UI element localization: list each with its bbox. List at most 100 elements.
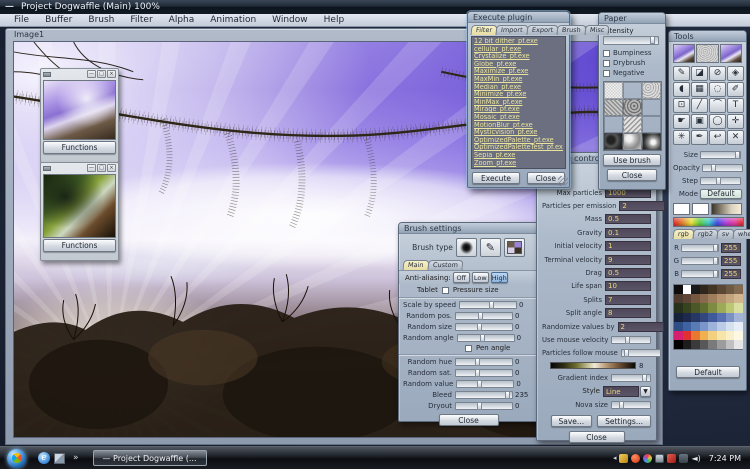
rgb-slider-thumb[interactable]	[713, 270, 718, 278]
tool-slider-track[interactable]	[702, 164, 743, 172]
tool-slider-track[interactable]	[700, 177, 741, 185]
palette-swatch[interactable]	[691, 313, 700, 322]
save-button[interactable]: Save...	[551, 415, 593, 427]
plugin-list-item[interactable]: Mosaic_pf.exe	[474, 114, 563, 122]
paper-option-checkbox[interactable]	[603, 50, 610, 57]
paper-texture-swatch[interactable]	[623, 133, 642, 150]
palette-swatch[interactable]	[683, 285, 692, 294]
brush-slider[interactable]: Random pos.0	[403, 310, 534, 321]
palette-default-button[interactable]: Default	[676, 366, 740, 378]
image-preview-thumbnail[interactable]	[720, 44, 742, 63]
tool-button[interactable]: T	[727, 98, 744, 113]
brush-tab[interactable]: Main	[402, 260, 429, 270]
tool-button[interactable]: ✕	[727, 130, 744, 145]
plugin-list[interactable]: 12 bit dither_pf.execellular_pf.exeCryst…	[471, 36, 566, 169]
brush-slider-track[interactable]	[455, 402, 513, 410]
execute-button[interactable]: Execute	[472, 172, 520, 184]
paper-option[interactable]: Negative	[603, 68, 661, 78]
primary-color-swatch[interactable]	[673, 203, 690, 215]
brush-preview-thumbnail[interactable]	[673, 44, 695, 63]
palette-swatch[interactable]	[683, 313, 692, 322]
paper-texture-swatch[interactable]	[642, 99, 661, 116]
rgb-slider[interactable]: R255	[673, 241, 742, 254]
palette-swatch[interactable]	[674, 322, 683, 331]
particle-control-panel[interactable]: Particle control Max particles1000Partic…	[536, 152, 657, 441]
brush-slider[interactable]: Scale by speed0	[403, 299, 534, 310]
brush-slider-track[interactable]	[455, 358, 513, 366]
palette-swatch[interactable]	[691, 285, 700, 294]
antivirus-tray-icon[interactable]	[667, 454, 676, 463]
functions-panel-2[interactable]: — □ × Functions	[40, 162, 119, 261]
paper-texture-swatch[interactable]	[604, 133, 623, 150]
palette-swatch[interactable]	[726, 313, 735, 322]
palette-swatch[interactable]	[700, 294, 709, 303]
palette-swatch[interactable]	[717, 285, 726, 294]
paper-close-button[interactable]: Close	[607, 169, 657, 181]
paper-option-checkbox[interactable]	[603, 70, 610, 77]
palette-swatch[interactable]	[734, 322, 743, 331]
palette-swatch[interactable]	[708, 285, 717, 294]
execute-plugin-window[interactable]: Execute plugin FilterImportExportBrushMi…	[467, 11, 570, 188]
paper-option-checkbox[interactable]	[603, 60, 610, 67]
particle-field[interactable]: Initial velocity1	[542, 240, 651, 253]
particle-field[interactable]: Randomize values by2	[542, 320, 651, 333]
palette-swatch[interactable]	[674, 294, 683, 303]
palette-swatch[interactable]	[691, 303, 700, 312]
brush-slider-track[interactable]	[457, 334, 515, 342]
particle-field[interactable]: Particles per emission2	[542, 199, 651, 212]
palette-swatch[interactable]	[700, 313, 709, 322]
paper-texture-swatch[interactable]	[604, 116, 623, 133]
palette-swatch[interactable]	[683, 294, 692, 303]
particle-field-value[interactable]: 1	[605, 241, 651, 251]
network-tray-icon[interactable]	[679, 454, 688, 463]
maximize-icon[interactable]: □	[97, 70, 106, 78]
close-icon[interactable]: ×	[107, 164, 116, 172]
palette-swatch[interactable]	[683, 331, 692, 340]
functions-button-2[interactable]: Functions	[43, 239, 116, 252]
palette-swatch[interactable]	[717, 303, 726, 312]
close-icon[interactable]: ×	[107, 70, 116, 78]
plugin-tab[interactable]: Filter	[470, 25, 497, 35]
palette-swatch[interactable]	[683, 303, 692, 312]
palette-swatch[interactable]	[674, 285, 683, 294]
tools-panel[interactable]: Tools ✎◪⊘◈◖▦◌✐⊡╱⌒T☛▣◯✛✳✒↩✕ SizeOpacitySt…	[668, 30, 747, 391]
internet-explorer-icon[interactable]: e	[38, 452, 50, 464]
menu-item[interactable]: Buffer	[37, 14, 80, 26]
plugin-list-item[interactable]: Mirage_pf.exe	[474, 106, 563, 114]
paper-texture-swatch[interactable]	[623, 82, 642, 99]
palette-swatch[interactable]	[674, 340, 683, 349]
paper-option[interactable]: Drybrush	[603, 58, 661, 68]
taskbar-clock[interactable]: 7:24 PM	[709, 454, 741, 463]
brush-slider[interactable]: Dryout0	[403, 400, 534, 411]
plugin-list-item[interactable]: Globe_pf.exe	[474, 61, 563, 69]
paper-texture-swatch[interactable]	[642, 82, 661, 99]
palette-swatch[interactable]	[734, 331, 743, 340]
palette-swatch[interactable]	[708, 331, 717, 340]
plugin-list-item[interactable]: Maximize_pf.exe	[474, 68, 563, 76]
functions-panel-1[interactable]: — □ × Functions	[40, 68, 119, 163]
color-app-tray-icon[interactable]	[643, 454, 652, 463]
show-desktop-icon[interactable]	[54, 453, 65, 464]
paper-texture-swatch[interactable]	[604, 99, 623, 116]
volume-icon[interactable]: ◄)	[691, 454, 700, 463]
menu-item[interactable]: Alpha	[161, 14, 203, 26]
brush-slider-track[interactable]	[455, 323, 513, 331]
palette-swatch[interactable]	[700, 285, 709, 294]
brush-slider-thumb[interactable]	[477, 380, 482, 388]
tool-button[interactable]: ⊡	[673, 98, 690, 113]
particle-gradient-bar[interactable]	[550, 362, 636, 369]
tool-button[interactable]: ✐	[727, 82, 744, 97]
palette-swatch[interactable]	[717, 340, 726, 349]
particle-field[interactable]: Mass0.5	[542, 213, 651, 226]
rgb-slider[interactable]: G255	[673, 254, 742, 267]
tool-slider[interactable]: Size	[673, 148, 742, 161]
rgb-slider-thumb[interactable]	[713, 244, 718, 252]
particle-field[interactable]: Drag0.5	[542, 266, 651, 279]
palette-swatch[interactable]	[708, 322, 717, 331]
plugin-list-item[interactable]: Sepia_pf.exe	[474, 152, 563, 160]
nova-size-slider-track[interactable]	[611, 401, 651, 409]
particle-field[interactable]: Terminal velocity9	[542, 253, 651, 266]
buffer-thumbnail-1[interactable]	[43, 80, 116, 140]
palette-swatch[interactable]	[726, 340, 735, 349]
brush-slider-thumb[interactable]	[475, 358, 480, 366]
